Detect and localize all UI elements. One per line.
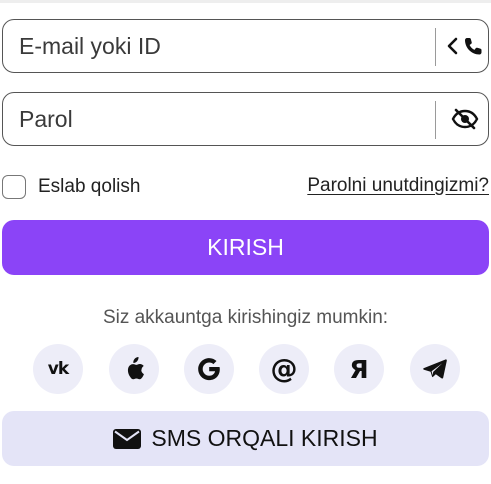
social-caption: Siz akkauntga kirishingiz mumkin: [102,307,389,328]
email-input[interactable] [19,20,419,72]
login-button[interactable]: KIRISH [2,220,489,275]
social-login-row: vk @ Я [0,344,491,394]
password-input[interactable] [19,93,419,145]
email-field[interactable] [2,19,489,73]
sms-login-label: SMS ORQALI KIRISH [151,425,378,451]
yandex-icon: Я [349,354,369,384]
google-login-button[interactable] [184,344,234,394]
remember-checkbox[interactable] [2,175,26,199]
apple-icon [127,357,144,380]
envelope-icon [113,428,142,449]
password-field[interactable] [2,92,489,146]
top-divider [0,0,491,3]
password-visibility-toggle[interactable] [443,93,487,145]
telegram-login-button[interactable] [410,344,460,394]
yandex-login-button[interactable]: Я [334,344,384,394]
vk-icon: vk [47,359,69,379]
vk-login-button[interactable]: vk [33,344,83,394]
apple-login-button[interactable] [109,344,159,394]
eye-slash-icon [451,108,479,130]
remember-label: Eslab qolish [38,176,141,197]
google-icon [198,358,220,381]
field-divider [435,101,436,139]
telegram-icon [423,359,447,379]
input-type-toggle[interactable] [443,20,487,72]
forgot-password-link[interactable]: Parolni unutdingizmi? [307,175,489,197]
mail-login-button[interactable]: @ [259,344,309,394]
at-sign-icon: @ [270,353,298,385]
remember-me[interactable]: Eslab qolish [2,173,140,201]
chevron-phone-icon [447,37,482,55]
sms-login-button[interactable]: SMS ORQALI KIRISH [2,411,489,466]
field-divider [435,28,436,66]
